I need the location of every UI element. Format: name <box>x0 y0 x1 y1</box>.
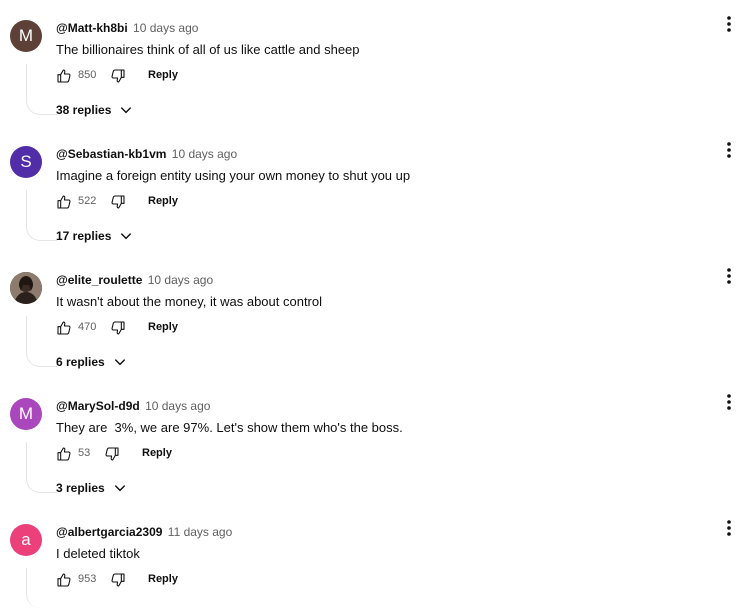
more-actions-icon[interactable] <box>723 392 735 412</box>
like-count: 53 <box>78 447 91 459</box>
thread-line <box>26 190 57 241</box>
comment-header: @MarySol-d9d 10 days ago <box>56 398 210 414</box>
thumbs-down-icon[interactable] <box>110 572 126 588</box>
comment: M @MarySol-d9d 10 days ago They are 3%, … <box>0 394 750 524</box>
reply-button[interactable]: Reply <box>142 447 172 459</box>
comment-time[interactable]: 10 days ago <box>133 21 198 35</box>
avatar[interactable] <box>10 272 42 304</box>
comment-header: @Matt-kh8bi 10 days ago <box>56 20 198 36</box>
like-count: 953 <box>78 573 97 585</box>
comment-actions: 850 Reply <box>56 64 256 88</box>
thumbs-down-icon[interactable] <box>110 68 126 84</box>
chevron-down-icon <box>105 481 127 495</box>
more-actions-icon[interactable] <box>723 14 735 34</box>
thumbs-up-icon[interactable] <box>56 320 72 336</box>
thumbs-down-icon[interactable] <box>110 320 126 336</box>
comment-author[interactable]: @elite_roulette <box>56 273 142 287</box>
chevron-down-icon <box>111 103 133 117</box>
profile-photo <box>10 272 42 304</box>
comment-author[interactable]: @MarySol-d9d <box>56 399 140 413</box>
comment-time[interactable]: 10 days ago <box>172 147 237 161</box>
more-actions-icon[interactable] <box>723 266 735 286</box>
replies-count: 38 replies <box>56 103 112 117</box>
replies-count: 6 replies <box>56 355 105 369</box>
replies-toggle[interactable]: 3 replies <box>56 481 127 495</box>
comment-header: @elite_roulette 10 days ago <box>56 272 213 288</box>
comment-text: It wasn't about the money, it was about … <box>56 294 322 309</box>
reply-button[interactable]: Reply <box>148 195 178 207</box>
thumbs-down-icon[interactable] <box>110 194 126 210</box>
comment-actions: 470 Reply <box>56 316 256 340</box>
comment-author[interactable]: @albertgarcia2309 <box>56 525 162 539</box>
thumbs-up-icon[interactable] <box>56 446 72 462</box>
more-actions-icon[interactable] <box>723 140 735 160</box>
comment-time[interactable]: 11 days ago <box>168 525 233 539</box>
thread-line <box>26 316 57 367</box>
thumbs-down-icon[interactable] <box>104 446 120 462</box>
thumbs-up-icon[interactable] <box>56 68 72 84</box>
thumbs-up-icon[interactable] <box>56 572 72 588</box>
like-count: 470 <box>78 321 97 333</box>
avatar-letter: M <box>18 26 34 45</box>
thread-line <box>26 64 57 115</box>
thumbs-up-icon[interactable] <box>56 194 72 210</box>
chevron-down-icon <box>105 355 127 369</box>
comment-text: Imagine a foreign entity using your own … <box>56 168 411 183</box>
avatar[interactable]: M <box>10 398 42 430</box>
comment-text: The billionaires think of all of us like… <box>56 42 360 57</box>
comment-actions: 953 Reply <box>56 568 256 592</box>
comment-header: @Sebastian-kb1vm 10 days ago <box>56 146 237 162</box>
replies-count: 3 replies <box>56 481 105 495</box>
comment: S @Sebastian-kb1vm 10 days ago Imagine a… <box>0 142 750 272</box>
avatar[interactable]: a <box>10 524 42 556</box>
comment-actions: 522 Reply <box>56 190 256 214</box>
avatar[interactable]: M <box>10 20 42 52</box>
comment-author[interactable]: @Sebastian-kb1vm <box>56 147 166 161</box>
like-count: 850 <box>78 69 97 81</box>
comment-time[interactable]: 10 days ago <box>145 399 210 413</box>
replies-toggle[interactable]: 17 replies <box>56 229 133 243</box>
like-count: 522 <box>78 195 97 207</box>
comment-text: I deleted tiktok <box>56 546 140 561</box>
comment-actions: 53 Reply <box>56 442 256 466</box>
avatar-letter: a <box>21 530 31 549</box>
replies-toggle[interactable]: 38 replies <box>56 103 133 117</box>
reply-button[interactable]: Reply <box>148 321 178 333</box>
replies-toggle[interactable]: 6 replies <box>56 355 127 369</box>
comment: a @albertgarcia2309 11 days ago I delete… <box>0 520 750 608</box>
avatar[interactable]: S <box>10 146 42 178</box>
reply-button[interactable]: Reply <box>148 69 178 81</box>
avatar-letter: M <box>18 404 34 423</box>
reply-button[interactable]: Reply <box>148 573 178 585</box>
more-actions-icon[interactable] <box>723 518 735 538</box>
thread-line <box>26 568 57 608</box>
comment: @elite_roulette 10 days ago It wasn't ab… <box>0 268 750 398</box>
comment-time[interactable]: 10 days ago <box>148 273 213 287</box>
comment-author[interactable]: @Matt-kh8bi <box>56 21 128 35</box>
chevron-down-icon <box>111 229 133 243</box>
comment-header: @albertgarcia2309 11 days ago <box>56 524 232 540</box>
replies-count: 17 replies <box>56 229 112 243</box>
comment: M @Matt-kh8bi 10 days ago The billionair… <box>0 16 750 146</box>
avatar-letter: S <box>20 152 32 171</box>
comment-text: They are 3%, we are 97%. Let's show them… <box>56 420 403 435</box>
thread-line <box>26 442 57 493</box>
